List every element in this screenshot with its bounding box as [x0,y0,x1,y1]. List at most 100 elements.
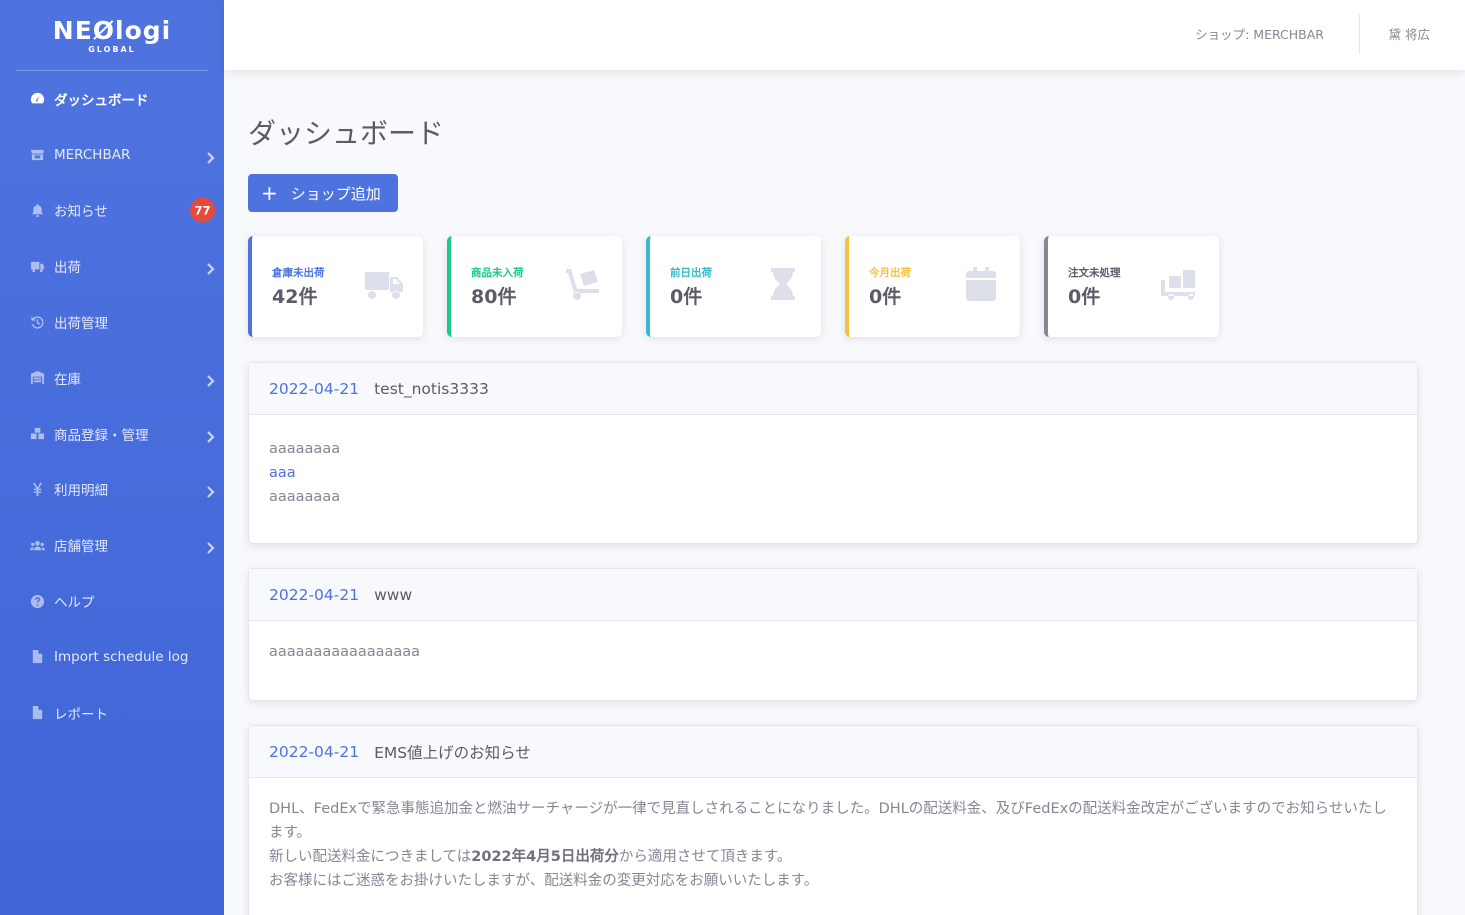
notice-paragraph: お客様にはご迷惑をお掛けいたしますが、配送料金の変更対応をお願いいたします。 [269,873,819,889]
sidebar-item-label: 出荷 [54,260,81,277]
notice-body: DHL、FedExで緊急事態追加金と燃油サーチャージが一律で見直しされることにな… [249,778,1417,913]
shop-selector[interactable]: ショップ: MERCHBAR [1195,24,1324,43]
stat-card-products-not-received[interactable]: 商品未入荷 80件 [447,236,622,337]
notice-line: aaaaaaaa [269,441,341,457]
sidebar-item-dashboard[interactable]: ダッシュボード [0,71,224,127]
sidebar-item-label: 利用明細 [54,483,108,500]
sidebar-item-label: 商品登録・管理 [54,427,149,444]
stat-card-value: 0件 [1068,286,1101,308]
notice-body: aaaaaaaaaaaaaaaaa [249,621,1417,684]
stat-card-monthly-shipped[interactable]: 今月出荷 0件 [845,236,1020,337]
sidebar-item-label: レポート [54,706,108,723]
notice-header: 2022-04-21 EMS値上げのお知らせ [249,726,1417,778]
truck-icon [29,258,46,274]
sidebar-item-label: 出荷管理 [54,316,108,333]
chevron-right-icon [205,260,215,276]
sidebar-item-label: ダッシュボード [54,92,149,109]
add-shop-button[interactable]: + ショップ追加 [248,174,398,212]
notice-emphasis: 2022年4月5日出荷分 [471,849,619,865]
notice-card: 2022-04-21 test_notis3333 aaaaaaaa aaa a… [248,362,1418,544]
brand-subtitle: GLOBAL [88,45,136,54]
notice-paragraph: 新しい配送料金につきましては2022年4月5日出荷分から適用させて頂きます。 [269,845,1397,869]
notice-title: EMS値上げのお知らせ [374,743,531,762]
notice-title: www [374,585,413,604]
notice-line: aaaaaaaa [269,489,341,505]
notice-date: 2022-04-21 [269,585,360,604]
sidebar-item-inventory[interactable]: 在庫 [0,350,224,406]
chevron-right-icon [205,372,215,387]
notice-date: 2022-04-21 [269,742,360,761]
notice-body: aaaaaaaa aaa aaaaaaaa [249,415,1417,529]
history-icon [29,314,46,330]
sidebar-item-report[interactable]: レポート [0,685,224,741]
stat-card-value: 80件 [471,286,517,308]
chevron-right-icon [205,539,215,555]
stat-card-previous-day-shipped[interactable]: 前日出荷 0件 [646,236,821,337]
add-shop-button-label: ショップ追加 [290,184,381,203]
yen-icon [29,481,46,497]
notice-header: 2022-04-21 www [249,569,1417,621]
sidebar-item-label: MERCHBAR [54,146,131,163]
truck-icon [363,266,405,302]
stat-card-unprocessed-orders[interactable]: 注文未処理 0件 [1044,236,1219,337]
sidebar-item-label: 店舗管理 [54,539,108,556]
question-icon [29,593,46,609]
sidebar-nav: ダッシュボード MERCHBAR お知らせ 77 出荷 出荷管理 在庫 商品登録… [0,71,224,741]
sidebar-item-help[interactable]: ヘルプ [0,573,224,629]
sidebar-item-store-management[interactable]: 店舗管理 [0,517,224,573]
stat-card-value: 0件 [869,286,902,308]
file-icon [29,649,46,665]
chevron-right-icon [205,483,215,499]
sidebar-item-label: お知らせ [54,204,108,221]
chevron-right-icon [205,149,215,164]
stat-card-value: 0件 [670,286,703,308]
stat-card-value: 42件 [272,286,318,308]
notice-card: 2022-04-21 EMS値上げのお知らせ DHL、FedExで緊急事態追加金… [248,725,1418,915]
sidebar-item-shipping[interactable]: 出荷 [0,238,224,294]
sidebar-item-products[interactable]: 商品登録・管理 [0,406,224,462]
stat-card-label: 商品未入荷 [471,267,524,279]
notice-card: 2022-04-21 www aaaaaaaaaaaaaaaaa [248,568,1418,701]
notice-header: 2022-04-21 test_notis3333 [249,363,1417,415]
file-icon [29,705,46,721]
brand-name: NEØlogi [52,16,172,45]
notice-title: test_notis3333 [374,379,489,398]
users-icon [29,537,46,553]
stat-card-warehouse-unshipped[interactable]: 倉庫未出荷 42件 [248,236,423,337]
notice-date: 2022-04-21 [269,379,360,398]
sidebar-item-shipping-management[interactable]: 出荷管理 [0,294,224,350]
sidebar-item-label: ヘルプ [54,595,95,612]
notice-text: から適用させて頂きます。 [618,849,792,865]
stat-card-label: 前日出荷 [670,267,712,279]
hourglass-icon [761,266,803,302]
notice-paragraph: DHL、FedExで緊急事態追加金と燃油サーチャージが一律で見直しされることにな… [269,801,1387,841]
notice-text: 新しい配送料金につきましては [269,849,472,865]
chevron-right-icon [205,428,215,443]
notice-link[interactable]: aaa [269,461,1397,485]
dolly-flatbed-icon [1159,266,1201,302]
notice-line: aaaaaaaaaaaaaaaaa [269,644,421,660]
warehouse-icon [29,370,46,386]
topbar: ショップ: MERCHBAR 黛 将広 [224,0,1465,70]
stat-card-label: 注文未処理 [1068,267,1121,279]
stat-card-label: 倉庫未出荷 [272,267,325,279]
bell-icon [29,202,46,218]
plus-icon: + [261,181,278,205]
store-icon [29,147,46,163]
calendar-icon [960,266,1002,302]
boxes-icon [29,426,46,442]
page-title: ダッシュボード [248,117,445,150]
sidebar-item-label: Import schedule log [54,648,189,665]
sidebar-item-label: 在庫 [54,371,81,388]
sidebar-item-notices[interactable]: お知らせ 77 [0,183,224,239]
brand-logo[interactable]: NEØlogi GLOBAL [0,0,224,70]
stat-cards: 倉庫未出荷 42件 商品未入荷 80件 前日出荷 0件 今月出荷 0件 注文未処… [248,236,1219,337]
user-menu[interactable]: 黛 将広 [1389,24,1430,43]
sidebar-item-billing[interactable]: 利用明細 [0,462,224,518]
sidebar-item-merchbar[interactable]: MERCHBAR [0,127,224,183]
dolly-icon [562,266,604,302]
notification-count-badge: 77 [190,197,215,223]
tachometer-icon [29,91,46,107]
sidebar-item-import-schedule-log[interactable]: Import schedule log [0,629,224,685]
stat-card-label: 今月出荷 [869,267,911,279]
